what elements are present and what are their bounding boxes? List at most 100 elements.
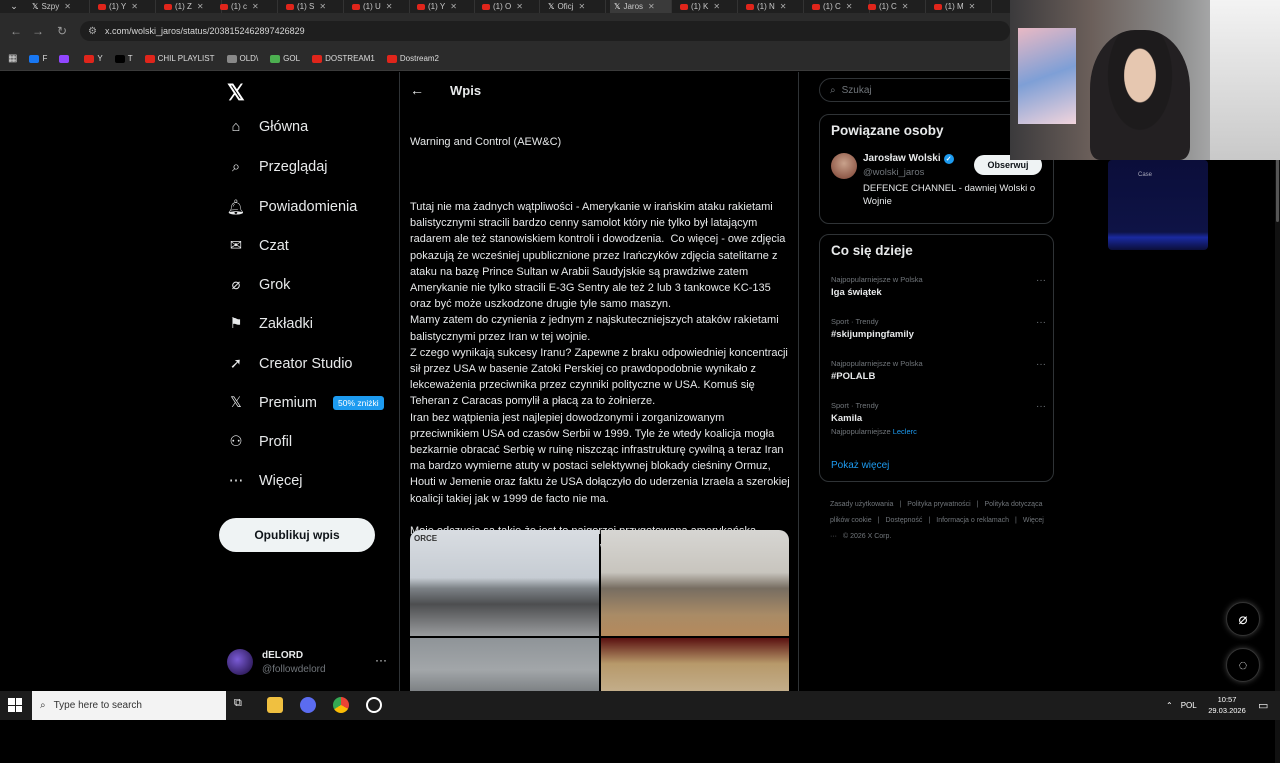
notifications-icon[interactable]: ▭ xyxy=(1258,699,1268,712)
bookmark-item[interactable]: Dostream2 xyxy=(386,54,439,63)
close-icon[interactable]: ✕ xyxy=(64,2,71,11)
file-explorer-icon[interactable] xyxy=(267,697,283,713)
trend-item[interactable]: Sport · Trendy Kamila Najpopularniejsze Le… xyxy=(831,401,1046,436)
browser-tab[interactable]: (1) N ✕ xyxy=(742,0,804,13)
apps-grid-icon[interactable]: ▦ xyxy=(8,53,17,64)
close-icon[interactable]: ✕ xyxy=(131,2,138,11)
close-icon[interactable]: ✕ xyxy=(969,2,976,11)
close-icon[interactable]: ✕ xyxy=(648,2,655,11)
footer-link[interactable]: Polityka prywatności xyxy=(907,501,970,508)
forward-icon[interactable]: → xyxy=(32,24,44,38)
browser-tab[interactable]: (1) U ✕ xyxy=(348,0,410,13)
footer-link[interactable]: Zasady użytkowania xyxy=(830,501,893,508)
trend-sub-link[interactable]: Leclerc xyxy=(893,427,917,436)
address-bar[interactable]: ⚙ x.com/wolski_jaros/status/203815246289… xyxy=(80,21,1010,41)
site-info-icon[interactable]: ⚙ xyxy=(88,26,97,37)
back-icon[interactable]: ← xyxy=(10,24,22,38)
browser-tab[interactable]: (1) Y ✕ xyxy=(413,0,475,13)
search-input[interactable]: ⌕ Szukaj xyxy=(819,78,1019,102)
app-icon[interactable] xyxy=(300,697,316,713)
browser-tab[interactable]: (1) K ✕ xyxy=(676,0,738,13)
taskbar-search[interactable]: ⌕ Type here to search xyxy=(32,691,226,720)
trend-item[interactable]: Najpopularniejsze w Polska Iga świątek ··· xyxy=(831,275,1046,298)
close-icon[interactable]: ✕ xyxy=(780,2,787,11)
close-icon[interactable]: ✕ xyxy=(578,2,585,11)
chevron-up-icon[interactable]: ⌃ xyxy=(1166,701,1173,710)
bookmark-item[interactable]: T xyxy=(114,54,133,63)
nav-item-x-logo[interactable]: 𝕏 Premium 50% zniżki xyxy=(227,394,384,412)
close-icon[interactable]: ✕ xyxy=(516,2,523,11)
back-arrow-icon[interactable]: ← xyxy=(410,82,424,98)
footer-link[interactable]: Informacja o reklamach xyxy=(936,517,1009,524)
browser-tab[interactable]: (1) c ✕ xyxy=(216,0,278,13)
browser-tab[interactable]: (1) Z ✕ xyxy=(160,0,222,13)
nav-item-person[interactable]: ⚇ Profil xyxy=(227,433,293,451)
avatar[interactable] xyxy=(831,153,857,179)
nav-item-more-circle[interactable]: ⋯ Więcej xyxy=(227,472,303,490)
bookmark-item[interactable]: DOSTREAM1 xyxy=(312,54,375,63)
browser-tab[interactable]: 𝕏 Jaros ✕ xyxy=(610,0,672,13)
trend-item[interactable]: Sport · Trendy #skijumpingfamily ··· xyxy=(831,317,1046,340)
trend-item[interactable]: Najpopularniejsze w Polska #POLALB ··· xyxy=(831,359,1046,382)
bookmark-item[interactable]: CHIL PLAYLIST xyxy=(144,54,215,63)
show-more-link[interactable]: Pokaż więcej xyxy=(831,460,889,471)
browser-tab[interactable]: (1) C ✕ xyxy=(864,0,926,13)
chrome-icon[interactable] xyxy=(333,697,349,713)
browser-tab[interactable]: (1) O ✕ xyxy=(478,0,540,13)
media-image-1[interactable]: ORCE xyxy=(410,530,599,636)
browser-tab[interactable]: 𝕏 Szpy ✕ xyxy=(28,0,90,13)
browser-tab[interactable]: (1) C ✕ xyxy=(808,0,870,13)
windows-start-icon[interactable] xyxy=(8,698,22,712)
browser-tab[interactable]: 𝕏 Oficj ✕ xyxy=(544,0,606,13)
scrollbar[interactable] xyxy=(1275,144,1280,763)
media-image-2[interactable] xyxy=(600,530,789,636)
nav-item-search[interactable]: ⌕ Przeglądaj xyxy=(227,158,328,176)
nav-item-rocket[interactable]: ➚ Creator Studio xyxy=(227,355,353,373)
nav-item-grok[interactable]: ⌀ Grok xyxy=(227,276,291,294)
close-icon[interactable]: ✕ xyxy=(902,2,909,11)
footer-link[interactable]: © 2026 X Corp. xyxy=(843,533,891,540)
close-icon[interactable]: ✕ xyxy=(386,2,393,11)
chat-icon[interactable]: ◌ xyxy=(1226,648,1260,682)
more-icon[interactable]: ··· xyxy=(1036,275,1046,286)
bookmark-item[interactable] xyxy=(59,54,72,63)
close-icon[interactable]: ✕ xyxy=(713,2,720,11)
nav-item-bell[interactable]: 🔔︎ Powiadomienia xyxy=(227,198,358,216)
x-logo-icon[interactable]: 𝕏 xyxy=(227,80,245,106)
more-icon[interactable]: ··· xyxy=(375,653,387,667)
tab-search-icon[interactable]: ⌄ xyxy=(2,0,26,13)
media-image-4[interactable] xyxy=(600,638,789,691)
app-icon-2[interactable] xyxy=(366,697,382,713)
footer-link[interactable]: Dostępność xyxy=(885,517,922,524)
scrollbar-thumb[interactable] xyxy=(1276,152,1279,222)
post-button[interactable]: Opublikuj wpis xyxy=(219,518,375,552)
bookmark-item[interactable]: GOL xyxy=(270,54,300,63)
more-icon[interactable]: ··· xyxy=(1036,401,1046,412)
post-media-grid[interactable]: ORCE xyxy=(410,530,789,691)
browser-tab[interactable]: (1) S ✕ xyxy=(282,0,344,13)
close-icon[interactable]: ✕ xyxy=(197,2,204,11)
nav-item-mail[interactable]: ✉ Czat xyxy=(227,237,289,255)
close-icon[interactable]: ✕ xyxy=(319,2,326,11)
language-indicator[interactable]: POL xyxy=(1181,701,1197,710)
rocket-icon: ➚ xyxy=(229,356,243,372)
grok-icon[interactable]: ⌀ xyxy=(1226,602,1260,636)
close-icon[interactable]: ✕ xyxy=(450,2,457,11)
close-icon[interactable]: ✕ xyxy=(846,2,853,11)
more-icon[interactable]: ··· xyxy=(1036,317,1046,328)
more-icon[interactable]: ··· xyxy=(1036,359,1046,370)
browser-tab[interactable]: (1) M ✕ xyxy=(930,0,992,13)
person-name[interactable]: Jarosław Wolski ✓ xyxy=(863,153,954,164)
nav-item-home[interactable]: ⌂ Główna xyxy=(227,118,309,136)
media-image-3[interactable] xyxy=(410,638,599,691)
account-switcher[interactable]: dELORD @followdelord ··· xyxy=(227,647,387,677)
bookmark-item[interactable]: Y xyxy=(84,54,103,63)
nav-item-bookmark[interactable]: ⚑ Zakładki xyxy=(227,315,314,333)
close-icon[interactable]: ✕ xyxy=(252,2,259,11)
reload-icon[interactable]: ↻ xyxy=(57,24,67,38)
clock[interactable]: 10:57 29.03.2026 xyxy=(1206,694,1248,716)
bookmark-item[interactable]: F xyxy=(29,54,47,63)
browser-tab[interactable]: (1) Y ✕ xyxy=(94,0,156,13)
task-view-icon[interactable]: ⧉ xyxy=(234,697,250,713)
bookmark-item[interactable]: OLD\ xyxy=(226,54,258,63)
